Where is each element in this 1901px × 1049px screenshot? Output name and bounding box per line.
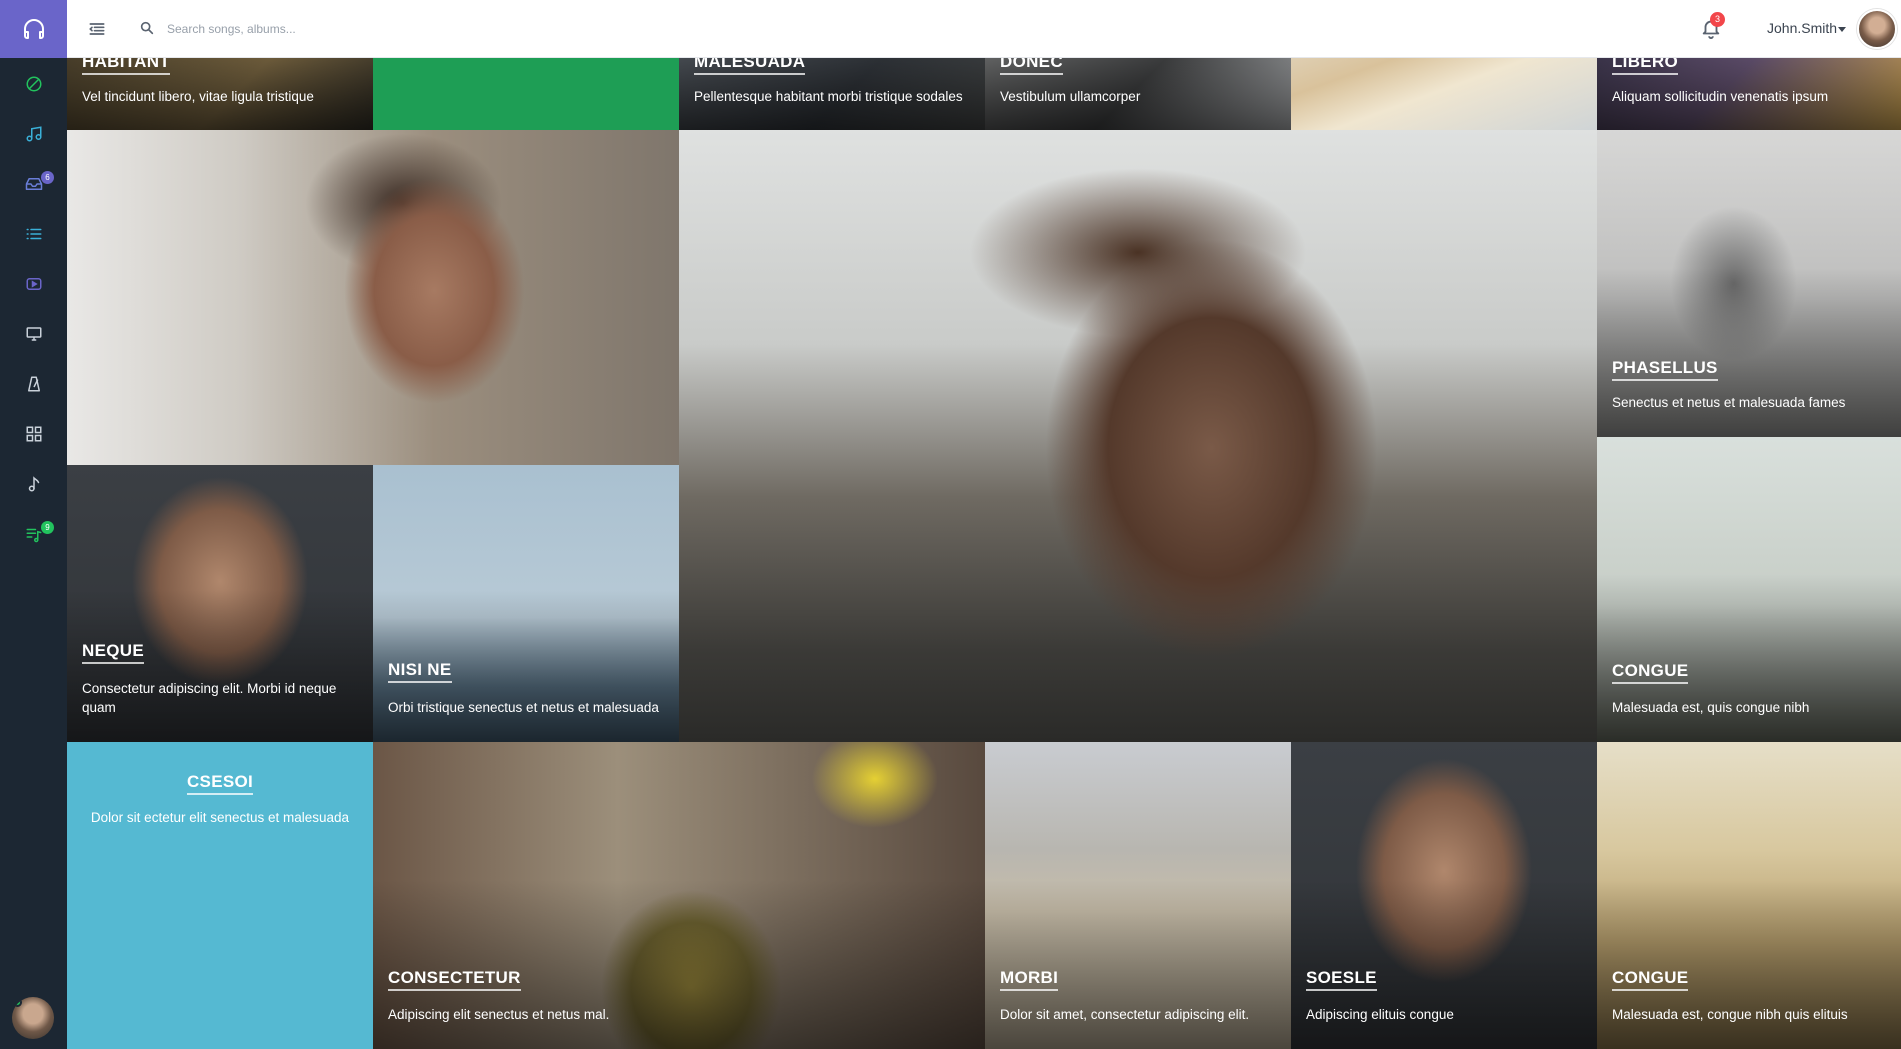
tile-title: MORBI — [1000, 968, 1059, 991]
list-icon — [26, 228, 41, 240]
tile-soesle[interactable]: SOESLE Adipiscing elituis congue — [1291, 742, 1597, 1049]
tile-congue-2[interactable]: CONGUE Malesuada est, congue nibh quis e… — [1597, 742, 1901, 1049]
search-input[interactable] — [167, 16, 547, 42]
inbox-icon — [25, 178, 42, 190]
tile-consectetur[interactable]: CONSECTETUR Adipiscing elit senectus et … — [373, 742, 985, 1049]
inbox-badge: 6 — [41, 171, 54, 184]
tile-title: NEQUE — [82, 641, 144, 664]
sidebar-item-monitor[interactable] — [0, 314, 67, 354]
tile-subtitle: Vel tincidunt libero, vitae ligula trist… — [82, 89, 314, 104]
tile-subtitle: Adipiscing elituis congue — [1306, 1007, 1454, 1022]
sidebar-item-list[interactable] — [0, 214, 67, 254]
sidebar-item-video[interactable] — [0, 264, 67, 304]
music-note-icon — [26, 126, 41, 142]
user-name[interactable]: John.Smith — [1767, 20, 1837, 36]
headphones-icon — [23, 19, 44, 39]
tile-subtitle: Aliquam sollicitudin venenatis ipsum — [1612, 89, 1829, 104]
top-header: 3 John.Smith — [67, 0, 1901, 58]
tile-neque[interactable]: NEQUE Consectetur adipiscing elit. Morbi… — [67, 465, 373, 742]
eighth-note-icon — [28, 476, 39, 492]
tile-woman[interactable] — [67, 130, 679, 465]
metronome-icon — [27, 376, 40, 392]
search-icon — [140, 21, 154, 35]
tile-subtitle: Vestibulum ullamcorper — [1000, 89, 1141, 104]
tile-subtitle: Senectus et netus et malesuada fames — [1612, 395, 1846, 410]
tile-subtitle: Consectetur adipiscing elit. Morbi id ne… — [82, 681, 337, 715]
monitor-icon — [26, 327, 41, 341]
tile-csesoi[interactable]: CSESOI Dolor sit ectetur elit senectus e… — [67, 742, 373, 1049]
tile-title: SOESLE — [1306, 968, 1377, 991]
brand-logo[interactable] — [0, 0, 67, 58]
tile-phasellus[interactable]: PHASELLUS Senectus et netus et malesuada… — [1597, 130, 1901, 437]
grid-icon — [26, 426, 41, 442]
tile-subtitle: Dolor sit amet, consectetur adipiscing e… — [1000, 1007, 1250, 1022]
sidebar-item-note[interactable] — [0, 464, 67, 504]
sidebar-item-inbox[interactable]: 6 — [0, 164, 67, 204]
sidebar-item-playlist[interactable]: 9 — [0, 514, 67, 554]
tile-shade — [67, 589, 373, 742]
notification-badge: 3 — [1710, 12, 1725, 27]
sidebar-item-grid[interactable] — [0, 414, 67, 454]
tile-morbi[interactable]: MORBI Dolor sit amet, consectetur adipis… — [985, 742, 1291, 1049]
tile-title: CONGUE — [1612, 968, 1689, 991]
tile-title: PHASELLUS — [1612, 358, 1718, 381]
tile-nisi-ne[interactable]: NISI NE Orbi tristique senectus et netus… — [373, 465, 679, 742]
sidebar-item-discover[interactable] — [0, 64, 67, 104]
chevron-down-icon[interactable] — [1838, 27, 1846, 32]
playlist-badge: 9 — [41, 521, 54, 534]
tile-subtitle: Dolor sit ectetur elit senectus et males… — [90, 810, 350, 825]
sidebar: 6 9 — [0, 0, 67, 1049]
tile-title: CONSECTETUR — [388, 968, 521, 991]
online-status-dot — [13, 998, 22, 1007]
tile-subtitle: Malesuada est, congue nibh quis elituis — [1612, 1007, 1848, 1022]
menu-toggle-icon[interactable] — [87, 19, 107, 39]
sidebar-item-music[interactable] — [0, 114, 67, 154]
tile-title: CONGUE — [1612, 661, 1689, 684]
tile-title: NISI NE — [388, 660, 452, 683]
tile-title: CSESOI — [186, 772, 254, 795]
tile-subtitle: Malesuada est, quis congue nibh — [1612, 700, 1810, 715]
tile-man-sunglasses[interactable] — [679, 130, 1597, 742]
video-icon — [26, 278, 41, 290]
sidebar-item-metronome[interactable] — [0, 364, 67, 404]
playlist-icon — [26, 528, 41, 543]
sidebar-avatar[interactable] — [12, 997, 54, 1039]
tile-congue-1[interactable]: CONGUE Malesuada est, quis congue nibh — [1597, 437, 1901, 742]
user-avatar[interactable] — [1857, 9, 1897, 49]
discover-icon — [26, 76, 41, 92]
tile-subtitle: Orbi tristique senectus et netus et male… — [388, 700, 659, 715]
tile-subtitle: Pellentesque habitant morbi tristique so… — [694, 89, 963, 104]
tile-subtitle: Adipiscing elit senectus et netus mal. — [388, 1007, 610, 1022]
